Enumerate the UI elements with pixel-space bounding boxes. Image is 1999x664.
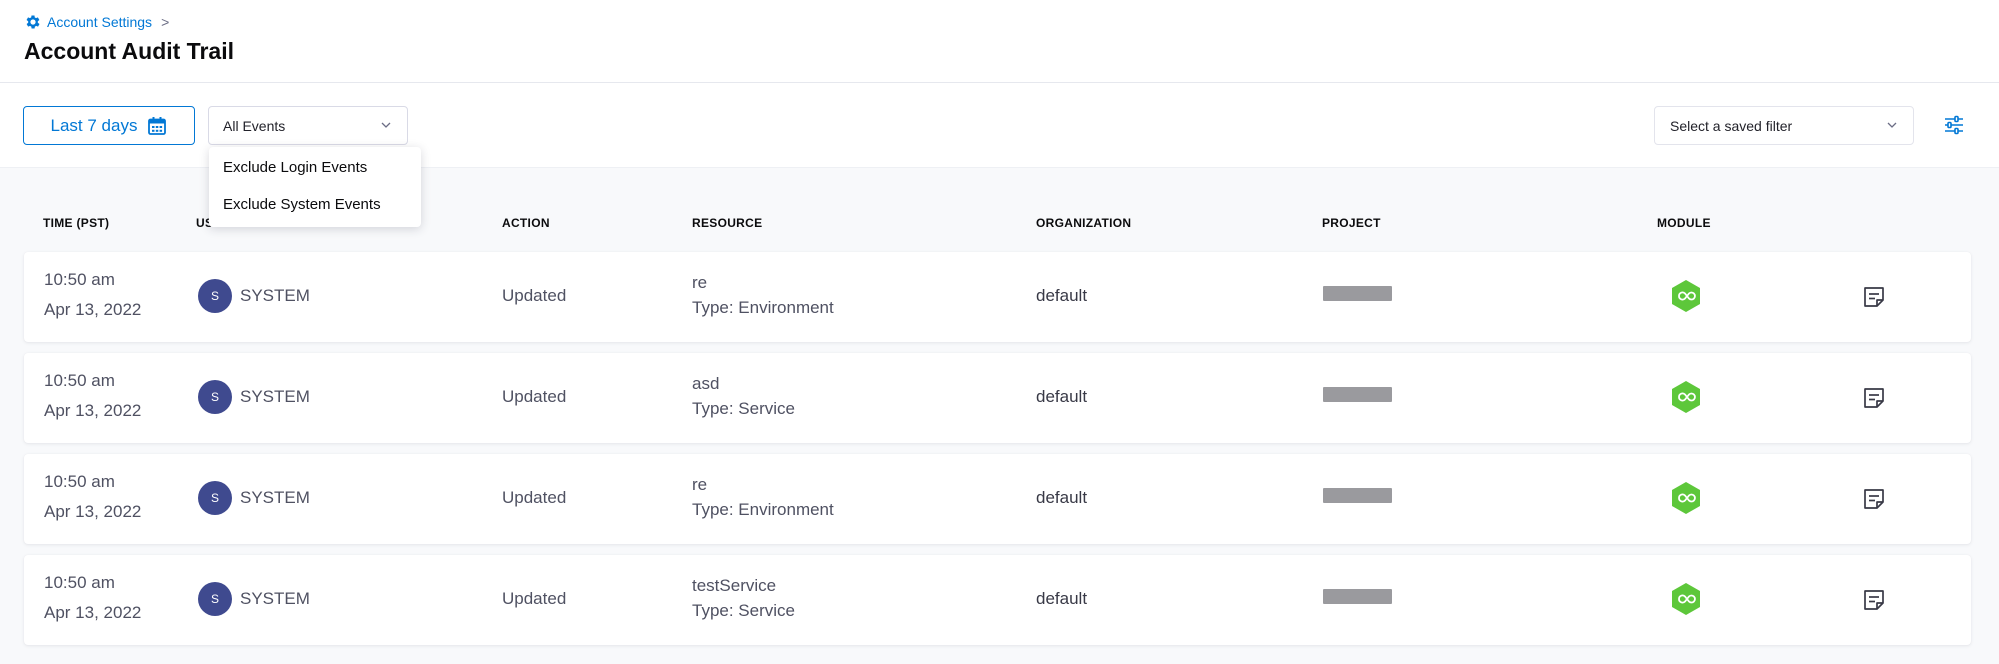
events-filter-value: All Events: [223, 117, 286, 134]
column-header-organization: ORGANIZATION: [1036, 216, 1132, 230]
row-action: Updated: [502, 488, 567, 507]
row-action: Updated: [502, 387, 567, 406]
row-action: Updated: [502, 286, 567, 305]
row-resource-name: re: [692, 273, 708, 292]
row-user: SYSTEM: [240, 488, 310, 507]
row-time: 10:50 am: [44, 472, 115, 491]
date-range-button[interactable]: Last 7 days: [23, 106, 195, 145]
row-user: SYSTEM: [240, 589, 310, 608]
notes-icon[interactable]: [1861, 385, 1887, 411]
events-filter-select[interactable]: All Events: [208, 106, 408, 145]
row-resource-type: Type: Service: [692, 601, 795, 620]
table-row[interactable]: 10:50 am Apr 13, 2022 S SYSTEM Updated r…: [24, 252, 1971, 342]
redacted-project-name: [1323, 286, 1392, 301]
row-time: 10:50 am: [44, 573, 115, 592]
column-header-action: ACTION: [502, 216, 550, 230]
row-resource-name: testService: [692, 576, 777, 595]
row-date: Apr 13, 2022: [44, 401, 142, 420]
chevron-down-icon: [381, 122, 391, 128]
column-header-time: TIME (PST): [43, 216, 110, 230]
row-date: Apr 13, 2022: [44, 502, 142, 521]
page-header: [0, 0, 1999, 83]
column-header-module: MODULE: [1657, 216, 1711, 230]
cd-module-icon: [1672, 280, 1700, 312]
row-organization: default: [1036, 589, 1088, 608]
row-time: 10:50 am: [44, 270, 115, 289]
table-row[interactable]: 10:50 am Apr 13, 2022 S SYSTEM Updated t…: [24, 555, 1971, 645]
column-header-resource: RESOURCE: [692, 216, 763, 230]
row-organization: default: [1036, 488, 1088, 507]
cd-module-icon: [1672, 482, 1700, 514]
row-user: SYSTEM: [240, 387, 310, 406]
row-date: Apr 13, 2022: [44, 603, 142, 622]
notes-icon[interactable]: [1861, 284, 1887, 310]
row-resource-type: Type: Environment: [692, 500, 834, 519]
calendar-icon: [148, 116, 167, 135]
avatar: S: [198, 582, 232, 616]
avatar: S: [198, 481, 232, 515]
sliders-icon[interactable]: [1943, 114, 1965, 136]
row-resource-type: Type: Service: [692, 399, 795, 418]
chevron-down-icon: [1887, 122, 1897, 128]
row-user: SYSTEM: [240, 286, 310, 305]
redacted-project-name: [1323, 488, 1392, 503]
table-row[interactable]: 10:50 am Apr 13, 2022 S SYSTEM Updated a…: [24, 353, 1971, 443]
row-time: 10:50 am: [44, 371, 115, 390]
events-filter-dropdown-menu: Exclude Login Events Exclude System Even…: [209, 147, 421, 227]
column-header-project: PROJECT: [1322, 216, 1381, 230]
breadcrumb[interactable]: Account Settings >: [24, 13, 169, 31]
row-date: Apr 13, 2022: [44, 300, 142, 319]
menu-item-exclude-system-events[interactable]: Exclude System Events: [223, 196, 381, 213]
date-range-label: Last 7 days: [50, 115, 138, 135]
table-row[interactable]: 10:50 am Apr 13, 2022 S SYSTEM Updated r…: [24, 454, 1971, 544]
avatar: S: [198, 380, 232, 414]
cd-module-icon: [1672, 583, 1700, 615]
row-resource-name: re: [692, 475, 708, 494]
row-resource-type: Type: Environment: [692, 298, 834, 317]
redacted-project-name: [1323, 589, 1392, 604]
row-organization: default: [1036, 387, 1088, 406]
avatar: S: [198, 279, 232, 313]
notes-icon[interactable]: [1861, 587, 1887, 613]
row-resource-name: asd: [692, 374, 720, 393]
saved-filter-placeholder: Select a saved filter: [1670, 117, 1793, 134]
notes-icon[interactable]: [1861, 486, 1887, 512]
breadcrumb-separator: >: [161, 14, 170, 30]
row-organization: default: [1036, 286, 1088, 305]
row-action: Updated: [502, 589, 567, 608]
cd-module-icon: [1672, 381, 1700, 413]
menu-item-exclude-login-events[interactable]: Exclude Login Events: [223, 159, 367, 176]
gear-icon: [26, 15, 40, 29]
saved-filter-select[interactable]: Select a saved filter: [1654, 106, 1914, 145]
breadcrumb-link-account-settings[interactable]: Account Settings: [47, 14, 152, 30]
page-title: Account Audit Trail: [24, 38, 234, 64]
redacted-project-name: [1323, 387, 1392, 402]
